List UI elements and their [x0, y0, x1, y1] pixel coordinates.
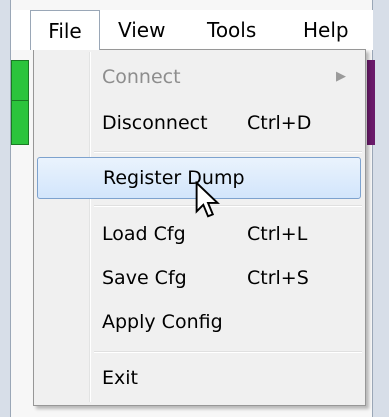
menu-item-exit[interactable]: Exit [36, 356, 363, 400]
menu-item-exit-label: Exit [102, 367, 138, 389]
menu-view[interactable]: View [118, 10, 165, 50]
menu-item-load-cfg-shortcut: Ctrl+L [247, 223, 308, 245]
chevron-right-icon: ▶ [336, 69, 346, 84]
menu-item-save-cfg-shortcut: Ctrl+S [247, 267, 309, 289]
app-window: File View Tools Help Connect ▶ Disconnec… [0, 0, 389, 417]
background-purple-panel [367, 60, 375, 145]
menu-separator [94, 151, 362, 153]
menu-item-disconnect-label: Disconnect [102, 112, 208, 134]
menu-item-save-cfg[interactable]: Save Cfg Ctrl+S [36, 256, 363, 300]
menu-item-connect: Connect ▶ [36, 55, 363, 99]
menu-separator [94, 351, 362, 353]
background-panel-line [11, 100, 29, 101]
menu-item-disconnect-shortcut: Ctrl+D [247, 112, 312, 134]
menu-item-apply-config[interactable]: Apply Config [36, 300, 363, 344]
menu-item-disconnect[interactable]: Disconnect Ctrl+D [36, 101, 363, 145]
background-green-panel [11, 60, 29, 145]
file-dropdown-menu: Connect ▶ Disconnect Ctrl+D Register Dum… [33, 49, 366, 406]
menu-file[interactable]: File [30, 10, 100, 50]
arrow-cursor-icon [195, 181, 220, 218]
menu-help[interactable]: Help [303, 10, 349, 50]
menu-tools[interactable]: Tools [207, 10, 256, 50]
menu-separator [94, 205, 362, 207]
menu-item-save-cfg-label: Save Cfg [102, 267, 187, 289]
menu-item-connect-label: Connect [102, 66, 181, 88]
window-left-frame [0, 0, 11, 417]
menu-item-load-cfg-label: Load Cfg [102, 223, 186, 245]
menu-item-apply-config-label: Apply Config [102, 311, 223, 333]
